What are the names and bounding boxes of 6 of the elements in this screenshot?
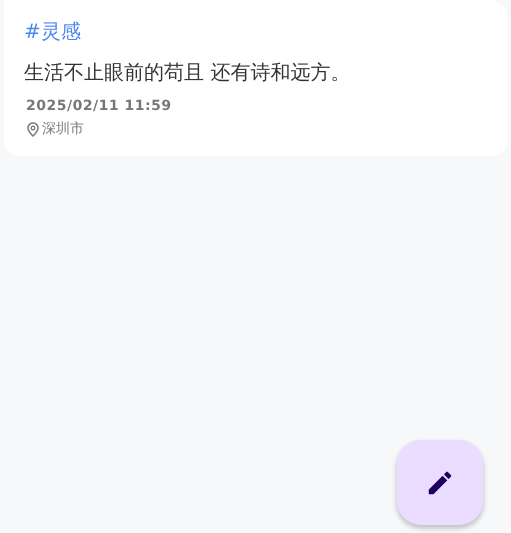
edit-button[interactable] [397,440,483,525]
note-text: 生活不止眼前的苟且 还有诗和远方。 [24,59,350,86]
location-text: 深圳市 [42,120,84,138]
note-date: 2025/02/11 11:59 [26,98,172,114]
tag-link[interactable]: #灵感 [24,16,81,46]
location-pin-icon [27,122,39,136]
